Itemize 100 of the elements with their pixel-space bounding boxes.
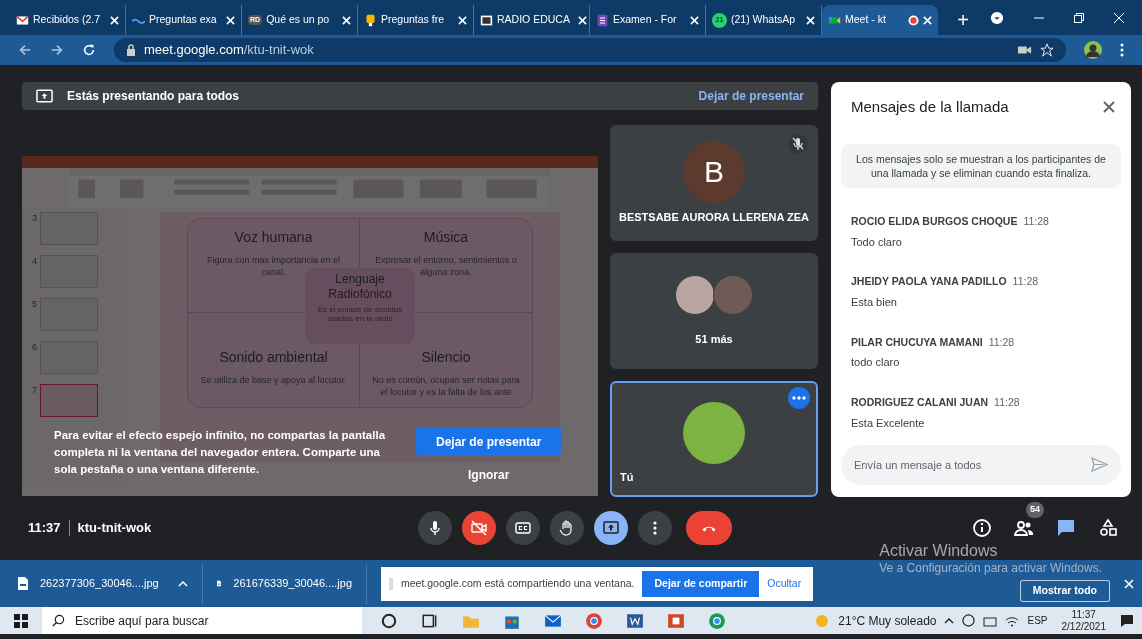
hide-link[interactable]: Ocultar (767, 575, 802, 592)
ignore-button[interactable]: Ignorar (468, 466, 510, 484)
info-icon (972, 518, 992, 538)
meeting-code: ktu-tnit-wok (77, 519, 152, 538)
avatar-icon[interactable] (1084, 41, 1102, 59)
participant-tile[interactable]: 51 más (610, 253, 818, 369)
browser-tab[interactable]: Meet - kt (822, 5, 938, 35)
activities-button[interactable] (1098, 518, 1118, 538)
caret-icon[interactable] (178, 580, 188, 587)
wifi-icon (1005, 614, 1020, 627)
slide-heading: Silencio (421, 348, 471, 367)
stop-presenting-link[interactable]: Dejar de presentar (698, 87, 804, 105)
lock-icon (126, 44, 136, 56)
new-tab-button[interactable]: + (948, 5, 978, 35)
participant-tile[interactable]: B BESTSABE AURORA LLERENA ZEA (610, 125, 818, 241)
tab-title: Recibidos (2.7 (33, 12, 101, 28)
taskbar-search-field[interactable]: Escribe aquí para buscar (42, 607, 362, 634)
more-options-icon (653, 521, 657, 535)
avatar (675, 274, 715, 315)
back-icon[interactable] (18, 43, 32, 57)
slide-thumbnail[interactable] (40, 341, 98, 374)
warning-text: Para evitar el efecto espejo infinito, no compartas la pantalla completa ni la ventana del navegador entera. Comparte una sola pestaña o una ventana diferente. (54, 428, 387, 477)
slide-thumbnail[interactable] (40, 255, 98, 288)
tab-title: (21) WhatsAp (731, 12, 796, 28)
message-time: 11:28 (1012, 274, 1039, 290)
network-icon[interactable] (983, 614, 998, 627)
slides-app-icon[interactable] (667, 611, 685, 630)
slide-heading: Música (423, 228, 469, 247)
tab-title: Preguntas exa (149, 12, 217, 28)
weather-icon (814, 612, 831, 629)
slide-number: 5 (32, 298, 37, 311)
message-field[interactable]: Envía un mensaje a todos (841, 445, 1121, 485)
captions-icon (514, 519, 532, 537)
dropdown-icon[interactable] (990, 10, 1004, 25)
clock-time: 11:37 (1071, 608, 1096, 621)
message-text: Esta Excelente (851, 415, 926, 431)
reload-icon[interactable] (82, 43, 96, 57)
url-text: meet.google.com/ktu-tnit-wok (144, 41, 314, 60)
participant-tile[interactable]: Tú (610, 381, 818, 497)
tab-title: Qué es un po (266, 12, 330, 28)
slide-thumbnail[interactable] (40, 212, 98, 245)
mic-button[interactable] (418, 511, 452, 545)
slide-thumbnail[interactable] (40, 298, 98, 331)
close-icon[interactable] (1103, 101, 1115, 113)
stop-presenting-button[interactable]: Dejar de presentar (416, 427, 562, 456)
activation-text: Ve a Configuración para activar Windows. (879, 561, 1102, 576)
present-icon (36, 89, 53, 103)
slide-number: 6 (32, 341, 37, 354)
slide-number: 4 (32, 255, 37, 268)
menu-icon[interactable] (1120, 43, 1124, 57)
browser-icon[interactable] (708, 611, 726, 630)
forward-icon[interactable] (50, 43, 64, 57)
stop-sharing-button[interactable]: Dejar de compartir (642, 570, 760, 597)
slide-thumbnail[interactable] (40, 384, 98, 417)
language-indicator[interactable]: ESP (1027, 613, 1048, 628)
raise-hand-button[interactable] (550, 511, 584, 545)
hang-up-button[interactable] (686, 511, 732, 545)
chat-icon (1056, 518, 1076, 538)
tray-app-icon[interactable] (962, 614, 976, 627)
show-all-button[interactable]: Mostrar todo (1019, 580, 1110, 602)
windows-icon[interactable] (14, 613, 28, 628)
restore-icon[interactable] (1074, 12, 1084, 23)
people-button[interactable] (1014, 518, 1034, 538)
file-icon (18, 577, 28, 590)
chevron-icon[interactable] (944, 617, 955, 624)
download-item[interactable]: 262377306_30046....jpg (18, 563, 203, 604)
tab-title: Examen - For (613, 12, 677, 28)
participant-count: 51 más (695, 331, 733, 347)
cortana-icon[interactable] (380, 611, 398, 630)
share-notice-text: meet.google.com está compartiendo una ventana. (401, 575, 635, 591)
info-button[interactable] (972, 518, 992, 538)
banner-text: Estás presentando para todos (67, 88, 240, 105)
form-icon (596, 13, 609, 27)
browser-icon[interactable] (585, 611, 603, 630)
download-item[interactable]: 261676339_30046....jpg (217, 563, 367, 604)
word-icon[interactable] (626, 611, 644, 630)
notifications-icon[interactable] (1120, 613, 1134, 628)
people-icon (1014, 518, 1034, 538)
chat-button[interactable] (1056, 518, 1076, 538)
avatar (713, 274, 753, 315)
camera-off-button[interactable] (462, 511, 496, 545)
file-name: 261676339_30046....jpg (233, 576, 352, 592)
activities-icon (1098, 518, 1118, 538)
info-notice: Los mensajes solo se muestran a los participantes de una llamada y se eliminan cuando esta finaliza. (841, 144, 1121, 188)
file-name: 262377306_30046....jpg (40, 576, 159, 592)
address-field[interactable]: meet.google.com/ktu-tnit-wok (114, 38, 1066, 62)
picture-icon (480, 13, 493, 27)
avatar: B (683, 140, 745, 203)
more-options-button[interactable] (638, 511, 672, 545)
present-button[interactable] (594, 511, 628, 545)
more-options-icon[interactable] (788, 387, 810, 409)
meeting-time: 11:37 (28, 519, 61, 538)
captions-button[interactable] (506, 511, 540, 545)
star-icon[interactable] (1040, 43, 1054, 57)
tab-title: Preguntas fre (381, 12, 445, 28)
slide-text: No es común, ocupan ser notas para el locutor y es la falta de los ante (371, 374, 521, 398)
sender-name: RODRIGUEZ CALANI JUAN (851, 394, 989, 410)
camera-icon[interactable] (1018, 44, 1032, 56)
count-badge: 54 (1026, 502, 1044, 518)
drag-handle-icon (389, 577, 393, 590)
